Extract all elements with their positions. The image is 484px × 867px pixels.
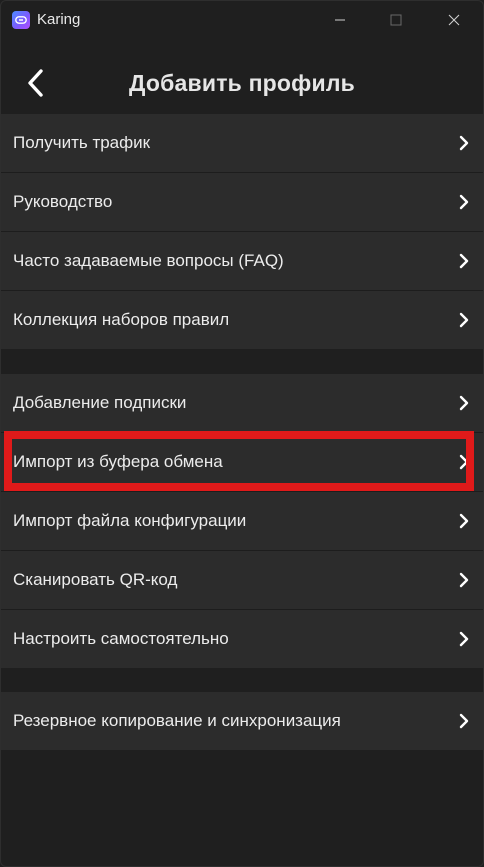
karing-logo-icon	[12, 11, 30, 29]
close-button[interactable]	[431, 1, 477, 39]
menu-item-get-traffic[interactable]: Получить трафик	[1, 114, 483, 173]
menu-item-add-subscription[interactable]: Добавление подписки	[1, 374, 483, 433]
chevron-right-icon	[457, 394, 471, 412]
menu-item-guide[interactable]: Руководство	[1, 173, 483, 232]
minimize-button[interactable]	[317, 1, 363, 39]
menu-item-backup-sync[interactable]: Резервное копирование и синхронизация	[1, 692, 483, 750]
menu-group-import: Добавление подписки Импорт из буфера обм…	[1, 374, 483, 668]
window-title: Karing	[37, 11, 81, 28]
maximize-icon	[390, 14, 402, 26]
chevron-right-icon	[457, 512, 471, 530]
menu-item-faq[interactable]: Часто задаваемые вопросы (FAQ)	[1, 232, 483, 291]
menu-item-label: Импорт файла конфигурации	[13, 511, 247, 530]
chevron-right-icon	[457, 252, 471, 270]
page-title: Добавить профиль	[129, 70, 355, 96]
menu-item-label: Руководство	[13, 192, 113, 211]
title-bar[interactable]: Karing	[1, 1, 483, 39]
menu-item-label: Коллекция наборов правил	[13, 310, 230, 329]
page-header: Добавить профиль	[1, 51, 483, 115]
chevron-right-icon	[457, 193, 471, 211]
menu-item-configure-manually[interactable]: Настроить самостоятельно	[1, 610, 483, 668]
minimize-icon	[335, 19, 345, 21]
menu-item-label: Добавление подписки	[13, 393, 187, 412]
menu-item-label: Импорт из буфера обмена	[13, 452, 223, 471]
menu-item-rule-sets[interactable]: Коллекция наборов правил	[1, 291, 483, 349]
menu-item-label: Часто задаваемые вопросы (FAQ)	[13, 251, 284, 270]
chevron-right-icon	[457, 134, 471, 152]
app-window: Karing Добавить профиль Получить трафик …	[0, 0, 484, 867]
chevron-right-icon	[457, 311, 471, 329]
chevron-right-icon	[457, 453, 471, 471]
menu-item-label: Резервное копирование и синхронизация	[13, 711, 341, 730]
menu-item-import-clipboard[interactable]: Импорт из буфера обмена	[1, 433, 483, 492]
menu-group-resources: Получить трафик Руководство Часто задава…	[1, 114, 483, 349]
chevron-right-icon	[457, 630, 471, 648]
menu-group-backup: Резервное копирование и синхронизация	[1, 692, 483, 750]
maximize-button[interactable]	[373, 1, 419, 39]
chevron-right-icon	[457, 712, 471, 730]
menu-item-label: Получить трафик	[13, 133, 151, 152]
menu-item-scan-qr[interactable]: Сканировать QR-код	[1, 551, 483, 610]
menu-item-import-config-file[interactable]: Импорт файла конфигурации	[1, 492, 483, 551]
chevron-right-icon	[457, 571, 471, 589]
close-icon	[448, 14, 460, 26]
menu-item-label: Настроить самостоятельно	[13, 629, 229, 648]
menu-item-label: Сканировать QR-код	[13, 570, 178, 589]
